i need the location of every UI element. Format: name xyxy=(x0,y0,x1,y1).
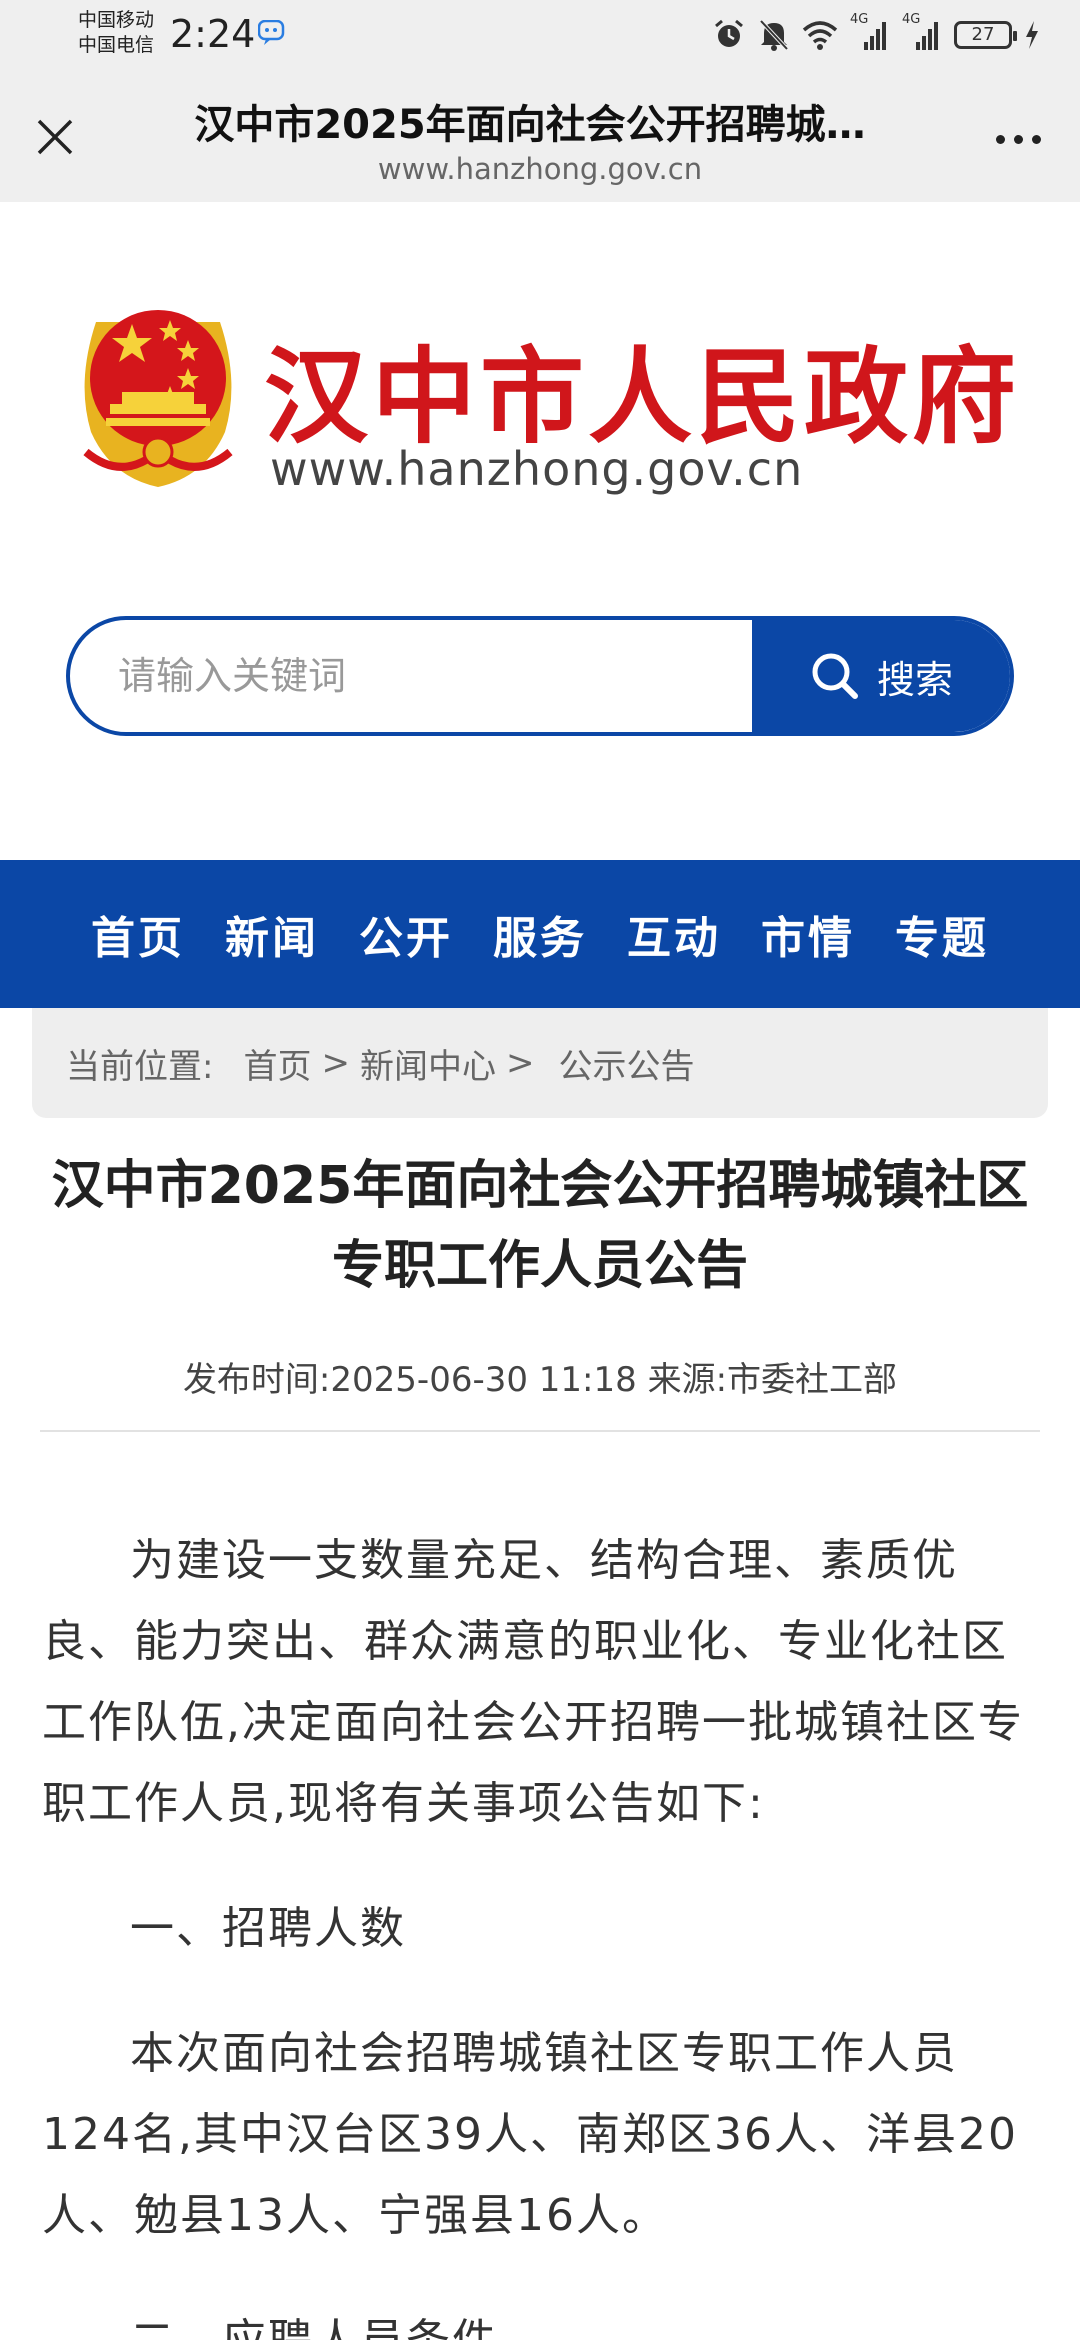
site-name[interactable]: 汉中市人民政府 xyxy=(264,312,1020,463)
nav-item-public[interactable]: 公开 xyxy=(359,902,453,966)
nav-item-city-info[interactable]: 市情 xyxy=(761,902,855,966)
site-domain: www.hanzhong.gov.cn xyxy=(270,442,804,496)
carrier-info: 中国移动 中国电信 xyxy=(78,8,154,58)
charging-icon xyxy=(1026,21,1038,49)
article-paragraph: 本次面向社会招聘城镇社区专职工作人员124名,其中汉台区39人、南郑区36人、洋… xyxy=(42,2028,1018,2241)
status-time: 2:24 xyxy=(170,12,256,56)
search-input[interactable] xyxy=(118,620,758,732)
wifi-icon xyxy=(802,21,838,50)
article-paragraph: 为建设一支数量充足、结构合理、素质优良、能力突出、群众满意的职业化、专业化社区工… xyxy=(42,1535,1024,1829)
breadcrumb-notices[interactable]: 公示公告 xyxy=(558,1039,694,1088)
browser-page-title: 汉中市2025年面向社会公开招聘城… xyxy=(194,102,866,148)
network-type-1: 4G xyxy=(850,12,869,27)
nav-item-news[interactable]: 新闻 xyxy=(225,902,319,966)
browser-title-bar: 汉中市2025年面向社会公开招聘城… www.hanzhong.gov.cn xyxy=(0,70,1080,202)
carrier-2: 中国电信 xyxy=(78,34,155,56)
more-dot-icon xyxy=(1031,134,1041,144)
search-button-label: 搜索 xyxy=(876,657,953,702)
mute-bell-icon xyxy=(759,19,789,51)
article-section-heading: 一、招聘人数 xyxy=(130,1903,406,1954)
breadcrumb: 当前位置: 首页 > 新闻中心 > 公示公告 xyxy=(32,1008,1048,1118)
main-nav: 首页 新闻 公开 服务 互动 市情 专题 xyxy=(0,860,1080,1008)
national-emblem-icon[interactable] xyxy=(66,292,250,492)
site-header: 汉中市人民政府 www.hanzhong.gov.cn xyxy=(0,202,1080,622)
nav-item-service[interactable]: 服务 xyxy=(493,902,587,966)
article-section-heading: 二、应聘人员条件 xyxy=(42,2300,1042,2340)
breadcrumb-separator: > xyxy=(505,1043,535,1083)
close-icon xyxy=(37,119,73,155)
breadcrumb-separator: > xyxy=(321,1043,350,1083)
search-bar: 搜索 xyxy=(66,616,1014,736)
more-options-button[interactable] xyxy=(986,114,1050,164)
more-dot-icon xyxy=(1013,134,1023,144)
more-dot-icon xyxy=(995,134,1005,144)
alarm-icon xyxy=(715,19,743,47)
search-button[interactable]: 搜索 xyxy=(752,620,1010,732)
nav-item-topics[interactable]: 专题 xyxy=(895,902,989,966)
status-bar: 中国移动 中国电信 2:24 4G 4G 27 xyxy=(0,0,1080,70)
network-type-2: 4G xyxy=(902,12,921,27)
battery-icon: 27 xyxy=(954,21,1017,49)
carrier-1: 中国移动 xyxy=(78,9,155,31)
breadcrumb-label: 当前位置: xyxy=(66,1046,214,1087)
breadcrumb-news-center[interactable]: 新闻中心 xyxy=(360,1039,496,1088)
search-icon xyxy=(812,653,858,699)
status-icons: 4G 4G 27 xyxy=(712,12,1040,56)
signal-1-icon: 4G xyxy=(850,12,890,52)
browser-url: www.hanzhong.gov.cn xyxy=(377,152,703,186)
article-meta: 发布时间:2025-06-30 11:18 来源:市委社工部 xyxy=(182,1360,898,1400)
nav-item-interaction[interactable]: 互动 xyxy=(627,902,721,966)
divider xyxy=(40,1430,1040,1432)
nav-item-home[interactable]: 首页 xyxy=(91,902,185,966)
close-button[interactable] xyxy=(28,110,82,164)
article-body: 为建设一支数量充足、结构合理、素质优良、能力突出、群众满意的职业化、专业化社区工… xyxy=(42,1520,1042,2340)
signal-2-icon: 4G xyxy=(902,12,942,52)
breadcrumb-home[interactable]: 首页 xyxy=(243,1039,311,1088)
article-title: 汉中市2025年面向社会公开招聘城镇社区专职工作人员公告 xyxy=(51,1156,1029,1296)
message-notification-icon xyxy=(258,20,285,45)
